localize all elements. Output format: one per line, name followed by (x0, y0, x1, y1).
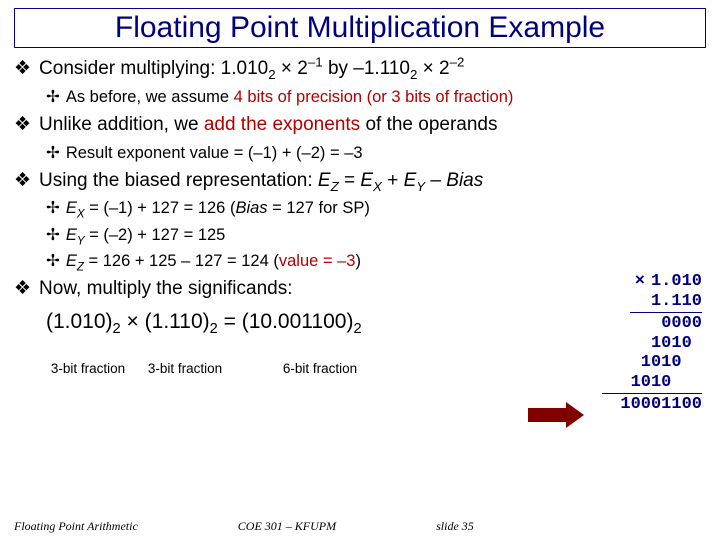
frac-label-3: ︸︸︸︸︸ 6-bit fraction (240, 348, 400, 378)
bullet-text: Result exponent value = (–1) + (–2) = –3 (66, 142, 363, 164)
brace-icon: ︸︸︸ (46, 348, 130, 359)
bullet-text: EX = (–1) + 127 = 126 (Bias = 127 for SP… (66, 197, 370, 219)
rule-line (602, 393, 702, 394)
partial-1: 0000 (602, 314, 702, 334)
cross-icon: ✢ (46, 86, 60, 108)
cross-icon: ✢ (46, 142, 60, 164)
mult-operand-2: 1.110 (651, 292, 702, 312)
cross-icon: ✢ (46, 197, 60, 219)
sub-bullet-ex: ✢ EX = (–1) + 127 = 126 (Bias = 127 for … (46, 197, 706, 219)
bullet-text: Consider multiplying: 1.0102 × 2–1 by –1… (39, 56, 464, 82)
partial-4: 1010 (602, 373, 702, 393)
bullet-text: EZ = 126 + 125 – 127 = 124 (value = –3) (66, 250, 361, 272)
sub-bullet-precision: ✢ As before, we assume 4 bits of precisi… (46, 86, 706, 108)
sub-bullet-result-exp: ✢ Result exponent value = (–1) + (–2) = … (46, 142, 706, 164)
slide-footer: Floating Point Arithmetic COE 301 – KFUP… (14, 519, 706, 534)
arrow-icon (528, 402, 584, 428)
diamond-icon: ❖ (14, 276, 31, 302)
cross-icon: ✢ (46, 250, 60, 272)
mult-operand-1: 1.010 (651, 272, 702, 292)
brace-icon: ︸︸︸ (130, 348, 240, 359)
rule-line (630, 312, 702, 313)
multiply-sign: × (635, 272, 645, 292)
diamond-icon: ❖ (14, 168, 31, 194)
diamond-icon: ❖ (14, 56, 31, 82)
bullet-text: Unlike addition, we add the exponents of… (39, 112, 497, 138)
bullet-add-exponents: ❖ Unlike addition, we add the exponents … (14, 112, 706, 138)
sub-bullet-ez: ✢ EZ = 126 + 125 – 127 = 124 (value = –3… (46, 250, 706, 272)
mult-result: 10001100 (602, 395, 702, 415)
bullet-consider: ❖ Consider multiplying: 1.0102 × 2–1 by … (14, 56, 706, 82)
partial-2: 1010 (602, 334, 702, 354)
footer-center: COE 301 – KFUPM (238, 519, 336, 534)
footer-left: Floating Point Arithmetic (14, 519, 138, 534)
bullet-text: Using the biased representation: EZ = EX… (39, 168, 483, 194)
bullet-biased: ❖ Using the biased representation: EZ = … (14, 168, 706, 194)
frac-label-2: ︸︸︸ 3-bit fraction (130, 348, 240, 378)
partial-3: 1010 (602, 353, 702, 373)
bullet-text: Now, multiply the significands: (39, 276, 292, 302)
bullet-text: EY = (–2) + 127 = 125 (66, 224, 226, 246)
cross-icon: ✢ (46, 224, 60, 246)
slide-title: Floating Point Multiplication Example (14, 8, 706, 48)
diamond-icon: ❖ (14, 112, 31, 138)
frac-label-1: ︸︸︸ 3-bit fraction (46, 348, 130, 378)
footer-right: slide 35 (436, 519, 474, 534)
long-multiplication: × 1.010 1.110 0000 1010 1010 1010 100011… (602, 272, 702, 415)
brace-icon: ︸︸︸︸︸ (240, 348, 400, 359)
bullet-text: As before, we assume 4 bits of precision… (66, 86, 514, 108)
sub-bullet-ey: ✢ EY = (–2) + 127 = 125 (46, 224, 706, 246)
